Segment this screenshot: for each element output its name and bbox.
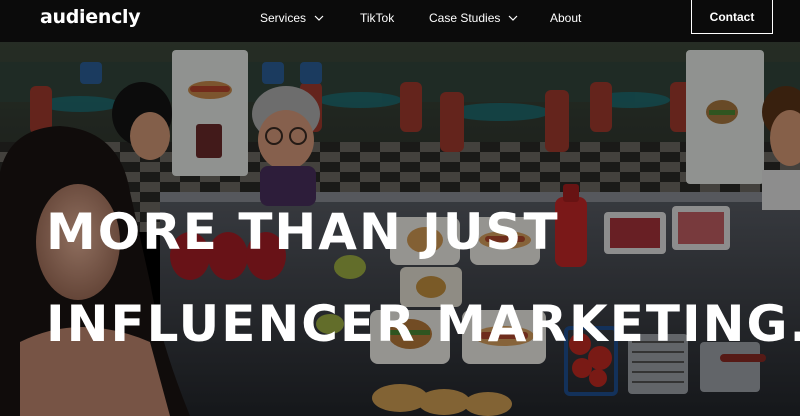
hero-headline-line1: MORE THAN JUST xyxy=(46,203,560,261)
nav-item-tiktok[interactable]: TikTok xyxy=(360,11,394,25)
nav-item-label: Case Studies xyxy=(429,11,501,25)
nav-item-about[interactable]: About xyxy=(550,11,581,25)
contact-button[interactable]: Contact xyxy=(691,0,773,34)
hero-headline-line2: INFLUENCER MARKETING. xyxy=(46,295,800,353)
hero-section: MORE THAN JUST INFLUENCER MARKETING. xyxy=(0,42,800,416)
top-navigation-bar: audiencly Services TikTok Case Studies A… xyxy=(0,0,800,42)
nav-item-services[interactable]: Services xyxy=(260,11,324,25)
chevron-down-icon xyxy=(508,15,518,21)
chevron-down-icon xyxy=(314,15,324,21)
nav-item-label: TikTok xyxy=(360,11,395,25)
nav-item-label: About xyxy=(550,11,582,25)
nav-item-case-studies[interactable]: Case Studies xyxy=(429,11,518,25)
nav-item-label: Services xyxy=(260,11,307,25)
hero-headline: MORE THAN JUST INFLUENCER MARKETING. xyxy=(46,186,800,370)
audiencly-logo[interactable]: audiencly xyxy=(40,6,141,28)
